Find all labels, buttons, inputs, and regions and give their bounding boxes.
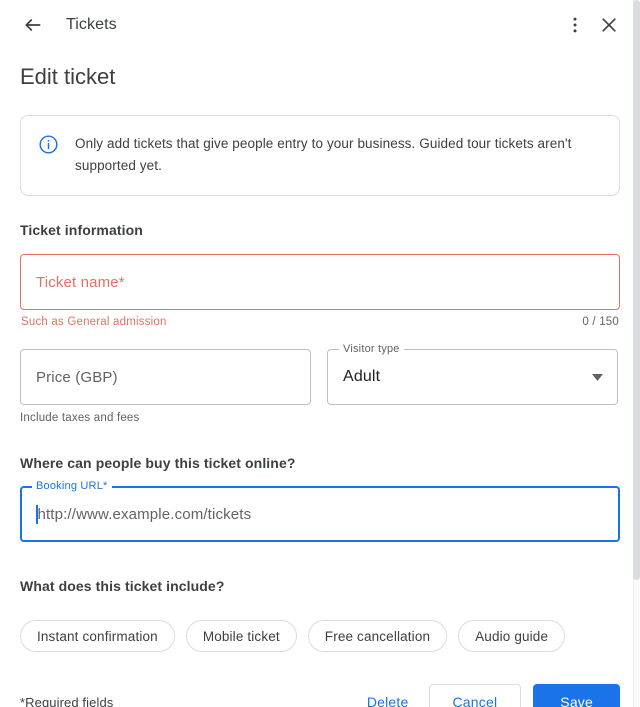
- top-app-bar: Tickets: [0, 0, 640, 50]
- chip-instant-confirmation[interactable]: Instant confirmation: [20, 620, 175, 652]
- scrollbar-thumb[interactable]: [633, 0, 640, 580]
- chip-label: Instant confirmation: [37, 628, 158, 644]
- footer-buttons: Delete Cancel Save: [359, 684, 620, 707]
- chip-label: Mobile ticket: [202, 628, 280, 644]
- visitor-type-select[interactable]: Visitor type Adult: [327, 343, 618, 405]
- booking-url-placeholder: http://www.example.com/tickets: [37, 505, 252, 523]
- info-banner-text: Only add tickets that give people entry …: [75, 136, 572, 173]
- footer-action-bar: *Required fields Delete Cancel Save: [0, 680, 640, 707]
- info-icon: [38, 134, 59, 160]
- page-title: Edit ticket: [20, 64, 116, 89]
- chip-mobile-ticket[interactable]: Mobile ticket: [185, 620, 297, 652]
- price-input[interactable]: Price (GBP): [20, 349, 311, 405]
- price-label: Price (GBP): [36, 368, 118, 386]
- price-visitor-row: Price (GBP) Include taxes and fees Visit…: [20, 343, 620, 424]
- ticket-name-helper-row: Such as General admission 0 / 150: [20, 316, 620, 328]
- booking-url-label: Booking URL*: [32, 480, 112, 493]
- chip-label: Free cancellation: [324, 628, 431, 644]
- topbar-title: Tickets: [66, 16, 117, 33]
- ticket-name-input[interactable]: Ticket name*: [20, 254, 620, 310]
- form-content: Only add tickets that give people entry …: [0, 115, 640, 652]
- chevron-down-icon: [592, 368, 603, 386]
- required-fields-note: *Required fields: [20, 694, 114, 707]
- ticket-name-label: Ticket name*: [36, 273, 125, 291]
- booking-url-wrapper: Booking URL* http://www.example.com/tick…: [20, 480, 620, 542]
- edit-ticket-screen: Tickets Edit ticket Only add tickets tha…: [0, 0, 640, 707]
- section-heading-includes: What does this ticket include?: [20, 578, 225, 594]
- more-vert-icon[interactable]: [558, 8, 592, 42]
- visitor-type-label: Visitor type: [339, 343, 404, 356]
- delete-button[interactable]: Delete: [359, 684, 417, 707]
- price-column: Price (GBP) Include taxes and fees: [20, 349, 311, 424]
- section-heading-ticket-information: Ticket information: [20, 222, 143, 238]
- ticket-name-character-counter: 0 / 150: [582, 316, 619, 328]
- visitor-type-column: Visitor type Adult: [327, 343, 618, 424]
- close-icon[interactable]: [592, 8, 626, 42]
- section-heading-booking: Where can people buy this ticket online?: [20, 455, 296, 471]
- visitor-type-value: Adult: [343, 368, 381, 385]
- booking-url-input[interactable]: Booking URL* http://www.example.com/tick…: [20, 480, 620, 542]
- scrollbar-track[interactable]: [633, 0, 640, 707]
- info-banner: Only add tickets that give people entry …: [20, 115, 620, 196]
- cancel-button[interactable]: Cancel: [428, 684, 522, 707]
- chip-label: Audio guide: [475, 628, 549, 644]
- price-helper-text: Include taxes and fees: [20, 412, 140, 424]
- save-button[interactable]: Save: [533, 684, 620, 707]
- chip-free-cancellation[interactable]: Free cancellation: [307, 620, 448, 652]
- chip-audio-guide[interactable]: Audio guide: [458, 620, 566, 652]
- ticket-name-helper-text: Such as General admission: [21, 316, 167, 328]
- back-arrow-icon[interactable]: [16, 8, 50, 42]
- includes-chip-group: Instant confirmation Mobile ticket Free …: [20, 620, 620, 652]
